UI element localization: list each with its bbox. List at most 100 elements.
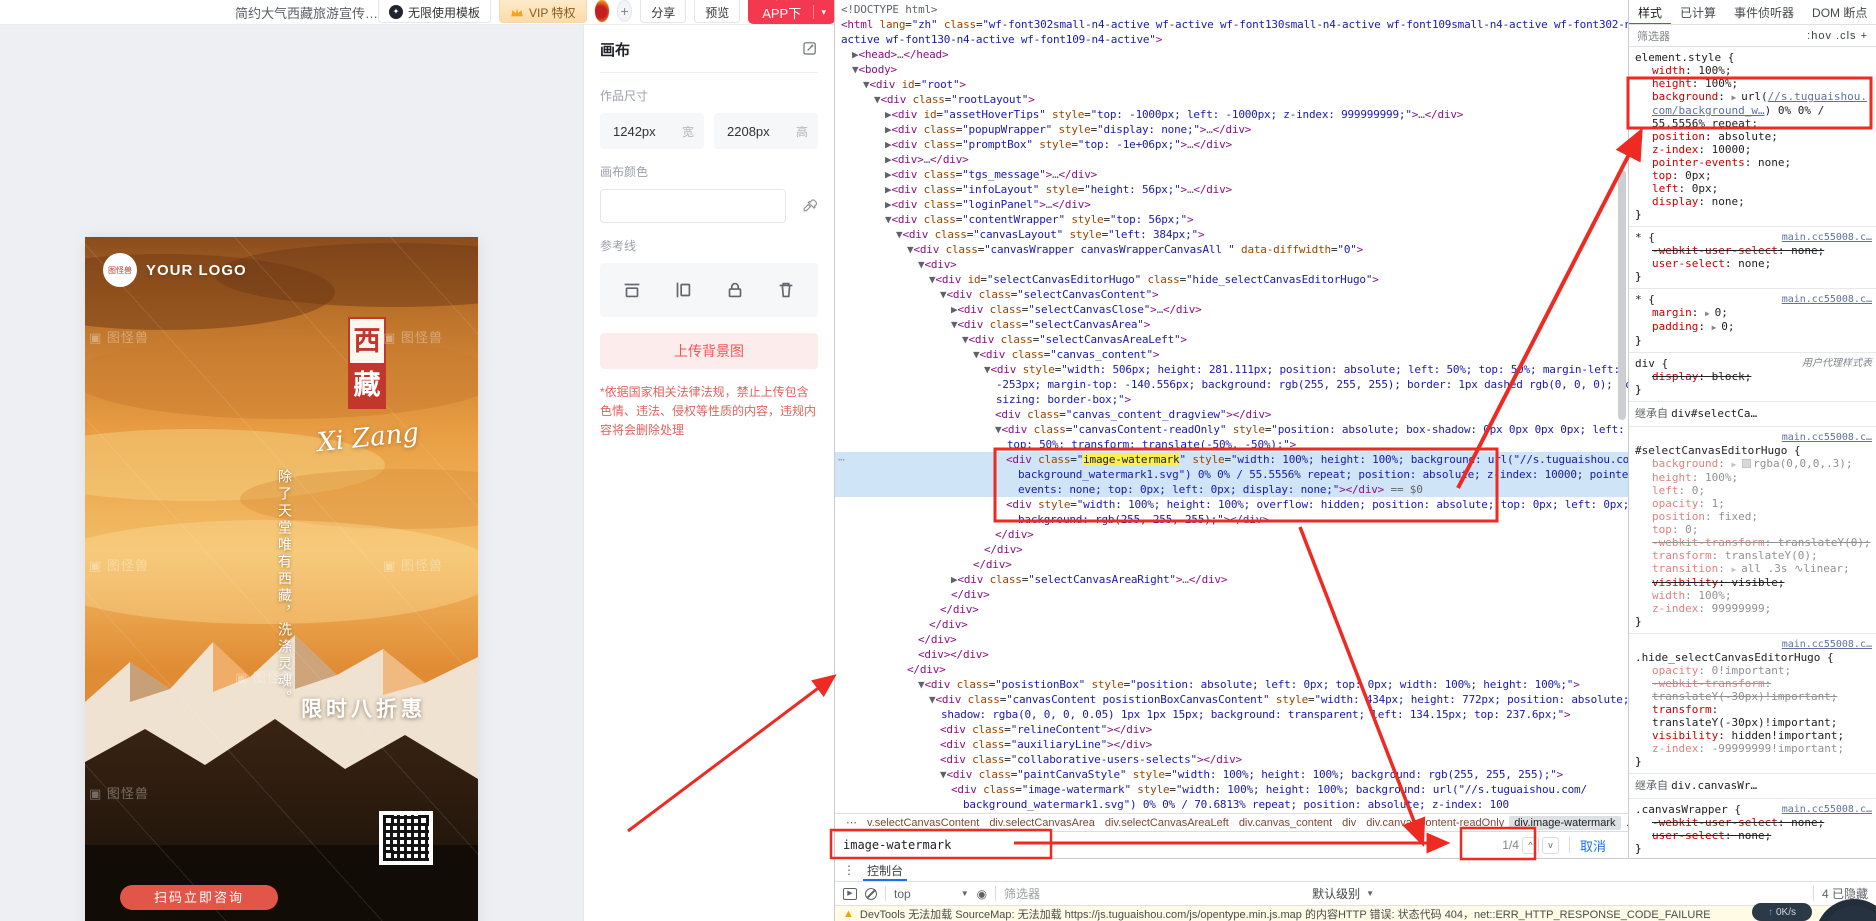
- style-property[interactable]: -webkit-transform: translateY(0);: [1635, 536, 1872, 549]
- width-input[interactable]: 1242px 宽: [600, 113, 704, 149]
- unlimited-templates-button[interactable]: ✦ 无限使用模板: [378, 0, 491, 23]
- elements-tree-row[interactable]: ▼<div style="width: 506px; height: 281.1…: [835, 362, 1628, 377]
- elements-tree-row[interactable]: </div>: [835, 587, 1628, 602]
- style-property[interactable]: opacity: 0!important;: [1635, 664, 1872, 677]
- elements-tree-row[interactable]: events: none; top: 0px; left: 0px; displ…: [835, 482, 1628, 497]
- style-rule[interactable]: main.cc55008.c….canvasWrapper {-webkit-u…: [1629, 799, 1876, 858]
- elements-tree-row[interactable]: </div>: [835, 632, 1628, 647]
- app-download-button[interactable]: 免费APP下载 ▾: [748, 0, 834, 24]
- elements-tree-row[interactable]: ▼<div class="rootLayout">: [835, 92, 1628, 107]
- elements-tree-row[interactable]: <div class="auxiliaryLine"></div>: [835, 737, 1628, 752]
- height-input[interactable]: 2208px 高: [714, 113, 818, 149]
- elements-tree-row[interactable]: ▼<body>: [835, 62, 1628, 77]
- elements-tree-row[interactable]: background_watermark1.svg") 0% 0% / 70.6…: [835, 797, 1628, 812]
- style-property[interactable]: transition: ▶ all .3s ∿linear;: [1635, 562, 1872, 576]
- elements-tree-row[interactable]: ▼<div class="canvasContent-readOnly" sty…: [835, 422, 1628, 437]
- styles-tab-2[interactable]: 事件侦听器: [1725, 0, 1803, 25]
- search-cancel-button[interactable]: 取消: [1580, 836, 1606, 855]
- stylesheet-link[interactable]: main.cc55008.c…: [1782, 803, 1872, 816]
- elements-tree-row[interactable]: ▼<div class="contentWrapper" style="top:…: [835, 212, 1628, 227]
- style-property[interactable]: left: 0px;: [1635, 182, 1872, 195]
- elements-tree-row[interactable]: <!DOCTYPE html>: [835, 2, 1628, 17]
- tab-console[interactable]: 控制台: [863, 859, 907, 881]
- styles-tab-1[interactable]: 已计算: [1671, 0, 1725, 25]
- poster-canvas[interactable]: 图怪兽 YOUR LOGO 西 藏 Xi Zang 除了天堂唯有西藏，洗涤灵魂。…: [85, 237, 478, 921]
- style-rule[interactable]: element.style {width: 100%;height: 100%;…: [1629, 47, 1876, 227]
- style-property[interactable]: display: block;: [1635, 370, 1872, 383]
- edit-canvas-icon[interactable]: [802, 40, 818, 60]
- style-property[interactable]: position: fixed;: [1635, 510, 1872, 523]
- breadcrumb-item[interactable]: div.selectCanvasAreaLeft: [1100, 816, 1234, 830]
- style-property[interactable]: height: 100%;: [1635, 77, 1872, 90]
- breadcrumb-item[interactable]: div.canvasContent-readOnly: [1361, 816, 1509, 830]
- style-property[interactable]: z-index: -99999999!important;: [1635, 742, 1872, 755]
- elements-tree-row[interactable]: </div>: [835, 542, 1628, 557]
- breadcrumb-item[interactable]: v.selectCanvasContent: [862, 816, 984, 830]
- breadcrumb-item[interactable]: …: [1621, 816, 1629, 830]
- eyedropper-icon[interactable]: [800, 197, 818, 215]
- live-expression-icon[interactable]: ◉: [977, 887, 987, 901]
- vip-button[interactable]: VIP 特权: [499, 0, 586, 23]
- elements-tree-row[interactable]: ▼<div class="canvasContent posistionBoxC…: [835, 692, 1628, 707]
- style-rule[interactable]: main.cc55008.c…#selectCanvasEditorHugo {…: [1629, 427, 1876, 634]
- elements-tree-row[interactable]: <div style="width: 100%; height: 100%; o…: [835, 497, 1628, 512]
- breadcrumb-item[interactable]: div.selectCanvasArea: [984, 816, 1100, 830]
- elements-tree-row[interactable]: ▶<div class="infoLayout" style="height: …: [835, 182, 1628, 197]
- style-property[interactable]: height: 100%;: [1635, 471, 1872, 484]
- style-property[interactable]: pointer-events: none;: [1635, 156, 1872, 169]
- style-rule[interactable]: 用户代理样式表div {display: block;}: [1629, 353, 1876, 402]
- elements-tree-row[interactable]: <div></div>: [835, 647, 1628, 662]
- lock-guides-icon[interactable]: [724, 279, 746, 301]
- breadcrumb-item[interactable]: ⋯: [841, 815, 862, 830]
- elements-tree-row[interactable]: </div>: [835, 557, 1628, 572]
- style-property[interactable]: background: ▶ url(//s.tuguaishou.com/bac…: [1635, 90, 1872, 130]
- elements-tree-row[interactable]: <div class="image-watermark" style="widt…: [835, 782, 1628, 797]
- style-property[interactable]: display: none;: [1635, 195, 1872, 208]
- log-level-select[interactable]: 默认级别 ▼: [1312, 885, 1374, 902]
- stylesheet-link[interactable]: main.cc55008.c…: [1782, 293, 1872, 306]
- elements-tree-row[interactable]: sizing: border-box;">: [835, 392, 1628, 407]
- search-input[interactable]: image-watermark: [843, 838, 951, 852]
- elements-tree-row[interactable]: background_watermark1.svg") 0% 0% / 55.5…: [835, 467, 1628, 482]
- style-property[interactable]: visibility: hidden!important;: [1635, 729, 1872, 742]
- elements-tree-row[interactable]: ▼<div>: [835, 257, 1628, 272]
- elements-tree-row[interactable]: ▼<div id="root">: [835, 77, 1628, 92]
- console-sidebar-icon[interactable]: ▶: [843, 888, 857, 900]
- style-property[interactable]: padding: ▶ 0;: [1635, 320, 1872, 334]
- elements-tree-row[interactable]: </div>: [835, 602, 1628, 617]
- style-property[interactable]: transform: translateY(0);: [1635, 549, 1872, 562]
- style-property[interactable]: width: 100%;: [1635, 64, 1872, 77]
- elements-tree-row[interactable]: ▼<div class="selectCanvasAreaLeft">: [835, 332, 1628, 347]
- style-property[interactable]: top: 0px;: [1635, 169, 1872, 182]
- elements-tree-row[interactable]: active wf-font130-n4-active wf-font109-n…: [835, 32, 1628, 47]
- elements-tree[interactable]: <!DOCTYPE html><html lang="zh" class="wf…: [835, 0, 1628, 813]
- style-property[interactable]: left: 0;: [1635, 484, 1872, 497]
- stylesheet-link[interactable]: main.cc55008.c…: [1782, 231, 1872, 244]
- elements-tree-row[interactable]: ▶<head>…</head>: [835, 47, 1628, 62]
- elements-tree-row[interactable]: ▶<div class="selectCanvasAreaRight">…</d…: [835, 572, 1628, 587]
- horizontal-guide-icon[interactable]: [621, 279, 643, 301]
- breadcrumb-item[interactable]: div.image-watermark: [1509, 816, 1620, 830]
- search-prev-button[interactable]: ^: [1522, 837, 1539, 854]
- clear-console-icon[interactable]: [865, 888, 877, 900]
- breadcrumb-item[interactable]: div: [1337, 816, 1361, 830]
- elements-tree-row[interactable]: ▼<div id="selectCanvasEditorHugo" class=…: [835, 272, 1628, 287]
- elements-tree-row[interactable]: </div>: [835, 617, 1628, 632]
- style-property[interactable]: opacity: 1;: [1635, 497, 1872, 510]
- style-property[interactable]: -webkit-user-select: none;: [1635, 244, 1872, 257]
- vertical-guide-icon[interactable]: [672, 279, 694, 301]
- elements-tree-row[interactable]: <html lang="zh" class="wf-font302small-n…: [835, 17, 1628, 32]
- style-rule[interactable]: main.cc55008.c…* {-webkit-user-select: n…: [1629, 227, 1876, 289]
- elements-tree-row[interactable]: ▼<div class="canvas_content">: [835, 347, 1628, 362]
- elements-tree-row[interactable]: ▼<div class="selectCanvasContent">: [835, 287, 1628, 302]
- styles-tab-3[interactable]: DOM 断点: [1803, 0, 1876, 25]
- elements-tree-row[interactable]: ▶<div class="popupWrapper" style="displa…: [835, 122, 1628, 137]
- style-property[interactable]: width: 100%;: [1635, 589, 1872, 602]
- user-avatar[interactable]: [595, 0, 610, 22]
- elements-tree-row[interactable]: -253px; margin-top: -140.556px; backgrou…: [835, 377, 1628, 392]
- upload-background-button[interactable]: 上传背景图: [600, 333, 818, 369]
- style-property[interactable]: visibility: visible;: [1635, 576, 1872, 589]
- drawer-menu-icon[interactable]: ⋮: [835, 863, 863, 877]
- elements-tree-row[interactable]: ▼<div class="paintCanvaStyle" style="wid…: [835, 767, 1628, 782]
- stylesheet-link[interactable]: main.cc55008.c…: [1782, 638, 1872, 651]
